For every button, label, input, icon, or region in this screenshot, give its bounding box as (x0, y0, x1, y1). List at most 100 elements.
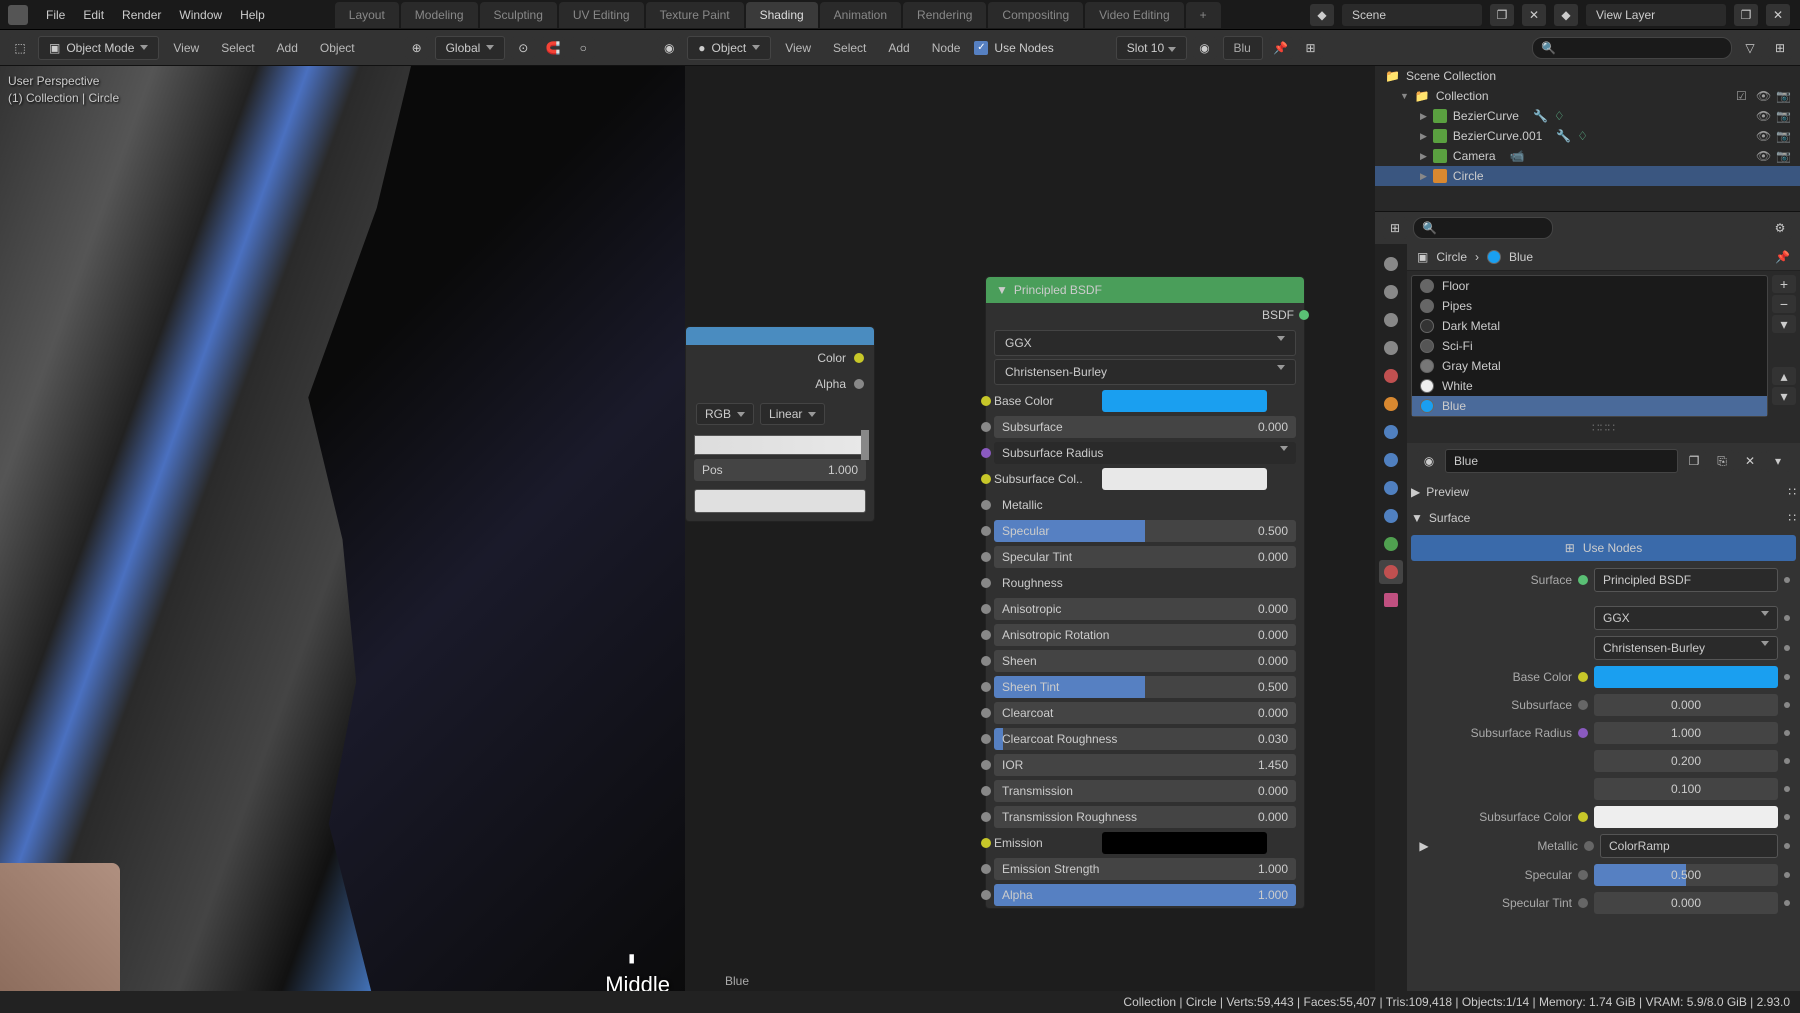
socket-icon[interactable] (981, 890, 991, 900)
alpha-slider[interactable]: Alpha1.000 (994, 884, 1296, 906)
disclosure-icon[interactable]: ▶ (1417, 839, 1431, 853)
snap-icon[interactable]: 🧲 (541, 37, 565, 59)
output-bsdf-socket[interactable]: BSDF (986, 303, 1304, 327)
sss-color-swatch[interactable] (1102, 468, 1267, 490)
sss-method-dropdown[interactable]: Christensen-Burley (994, 359, 1296, 385)
tab-video-editing[interactable]: Video Editing (1085, 2, 1184, 28)
menu-edit[interactable]: Edit (83, 8, 104, 22)
menu-file[interactable]: File (46, 8, 65, 22)
socket-icon[interactable] (981, 682, 991, 692)
socket-icon[interactable] (981, 838, 991, 848)
material-slot-item[interactable]: White (1412, 376, 1767, 396)
subsurface-slider[interactable]: 0.000 (1594, 694, 1778, 716)
tab-constraints-icon[interactable] (1379, 504, 1403, 528)
select-menu-3d[interactable]: Select (213, 37, 262, 59)
colorramp-position-slider[interactable]: Pos1.000 (694, 459, 866, 481)
socket-icon[interactable] (1578, 700, 1588, 710)
socket-icon[interactable] (981, 422, 991, 432)
material-browse-icon[interactable]: ◉ (1193, 37, 1217, 59)
modifier-icon[interactable]: 🔧 (1556, 129, 1571, 143)
tab-physics-icon[interactable] (1379, 476, 1403, 500)
disclosure-icon[interactable]: ▶ (1420, 151, 1427, 162)
tab-output-icon[interactable] (1379, 280, 1403, 304)
outliner-search-input[interactable]: 🔍 (1532, 37, 1732, 59)
subsurface-radius-dropdown[interactable]: Subsurface Radius (994, 442, 1296, 464)
menu-help[interactable]: Help (240, 8, 265, 22)
specular-tint-slider[interactable]: 0.000 (1594, 892, 1778, 914)
camera-icon[interactable]: 📷 (1776, 129, 1790, 143)
tab-scene-icon[interactable] (1379, 336, 1403, 360)
anisotropic-slider[interactable]: Anisotropic0.000 (994, 598, 1296, 620)
outliner[interactable]: 📁Scene Collection ▼📁Collection☑👁📷 ▶Bezie… (1375, 66, 1800, 211)
metallic-link-display[interactable]: ColorRamp (1600, 834, 1778, 858)
surface-shader-dropdown[interactable]: Principled BSDF (1594, 568, 1778, 592)
animate-icon[interactable] (1784, 615, 1790, 621)
socket-icon[interactable] (981, 448, 991, 458)
animate-icon[interactable] (1784, 674, 1790, 680)
colorramp-interp-dropdown[interactable]: Linear (760, 403, 825, 425)
emission-strength-slider[interactable]: Emission Strength1.000 (994, 858, 1296, 880)
remove-slot-button[interactable]: − (1772, 295, 1796, 313)
subsurface-slider[interactable]: Subsurface0.000 (994, 416, 1296, 438)
animate-icon[interactable] (1784, 786, 1790, 792)
material-slot-item[interactable]: Sci-Fi (1412, 336, 1767, 356)
ior-slider[interactable]: IOR1.450 (994, 754, 1296, 776)
slot-specials-icon[interactable]: ▾ (1772, 315, 1796, 333)
add-slot-button[interactable]: + (1772, 275, 1796, 293)
outliner-item[interactable]: ▶BezierCurve🔧♢👁📷 (1375, 106, 1800, 126)
socket-float-icon[interactable] (854, 379, 864, 389)
socket-icon[interactable] (981, 396, 991, 406)
animate-icon[interactable] (1784, 814, 1790, 820)
disclosure-icon[interactable]: ▶ (1420, 171, 1427, 182)
disclosure-icon[interactable]: ▶ (1420, 131, 1427, 142)
specular-slider[interactable]: Specular0.500 (994, 520, 1296, 542)
clearcoat-slider[interactable]: Clearcoat0.000 (994, 702, 1296, 724)
camera-icon[interactable]: 📷 (1776, 109, 1790, 123)
base-color-swatch[interactable] (1102, 390, 1267, 412)
delete-scene-icon[interactable]: ✕ (1522, 4, 1546, 26)
base-color-swatch[interactable] (1594, 666, 1778, 688)
object-menu-3d[interactable]: Object (312, 37, 363, 59)
add-menu-node[interactable]: Add (880, 37, 917, 59)
add-menu-3d[interactable]: Add (269, 37, 306, 59)
ssr-x-slider[interactable]: 1.000 (1594, 722, 1778, 744)
disclosure-icon[interactable]: ▶ (1420, 111, 1427, 122)
socket-icon[interactable] (981, 786, 991, 796)
tab-texture-paint[interactable]: Texture Paint (646, 2, 744, 28)
animate-icon[interactable] (1784, 900, 1790, 906)
animate-icon[interactable] (1784, 872, 1790, 878)
distribution-dropdown[interactable]: GGX (1594, 606, 1778, 630)
tab-compositing[interactable]: Compositing (988, 2, 1083, 28)
socket-icon[interactable] (981, 630, 991, 640)
properties-search-input[interactable]: 🔍 (1413, 217, 1553, 239)
tab-particles-icon[interactable] (1379, 448, 1403, 472)
node-header[interactable]: ▼Principled BSDF (986, 277, 1304, 303)
outliner-scene-collection[interactable]: 📁Scene Collection (1375, 66, 1800, 86)
camera-icon[interactable]: 📷 (1776, 89, 1790, 103)
tab-shading[interactable]: Shading (746, 2, 818, 28)
tab-layout[interactable]: Layout (335, 2, 399, 28)
material-slot-item[interactable]: Gray Metal (1412, 356, 1767, 376)
node-menu[interactable]: Node (924, 37, 969, 59)
socket-icon[interactable] (981, 552, 991, 562)
socket-color-icon[interactable] (854, 353, 864, 363)
new-scene-icon[interactable]: ❐ (1490, 4, 1514, 26)
material-slot-item-selected[interactable]: Blue (1412, 396, 1767, 416)
viewlayer-name-field[interactable]: View Layer (1586, 4, 1726, 26)
colorramp-gradient[interactable] (694, 435, 866, 455)
pin-icon[interactable]: 📌 (1269, 37, 1293, 59)
socket-icon[interactable] (981, 656, 991, 666)
viewport-3d[interactable]: User Perspective (1) Collection | Circle… (0, 66, 685, 1013)
tab-render-icon[interactable] (1379, 252, 1403, 276)
tab-data-icon[interactable] (1379, 532, 1403, 556)
menu-window[interactable]: Window (179, 8, 222, 22)
editor-type-shader-icon[interactable]: ◉ (657, 37, 681, 59)
sss-color-swatch[interactable] (1594, 806, 1778, 828)
use-nodes-toggle[interactable]: ✓Use Nodes (974, 41, 1053, 55)
socket-icon[interactable] (981, 708, 991, 718)
new-collection-icon[interactable]: ⊞ (1768, 37, 1792, 59)
move-up-icon[interactable]: ▴ (1772, 367, 1796, 385)
transmission-rough-slider[interactable]: Transmission Roughness0.000 (994, 806, 1296, 828)
camera-icon[interactable]: 📷 (1776, 149, 1790, 163)
socket-icon[interactable] (1578, 672, 1588, 682)
